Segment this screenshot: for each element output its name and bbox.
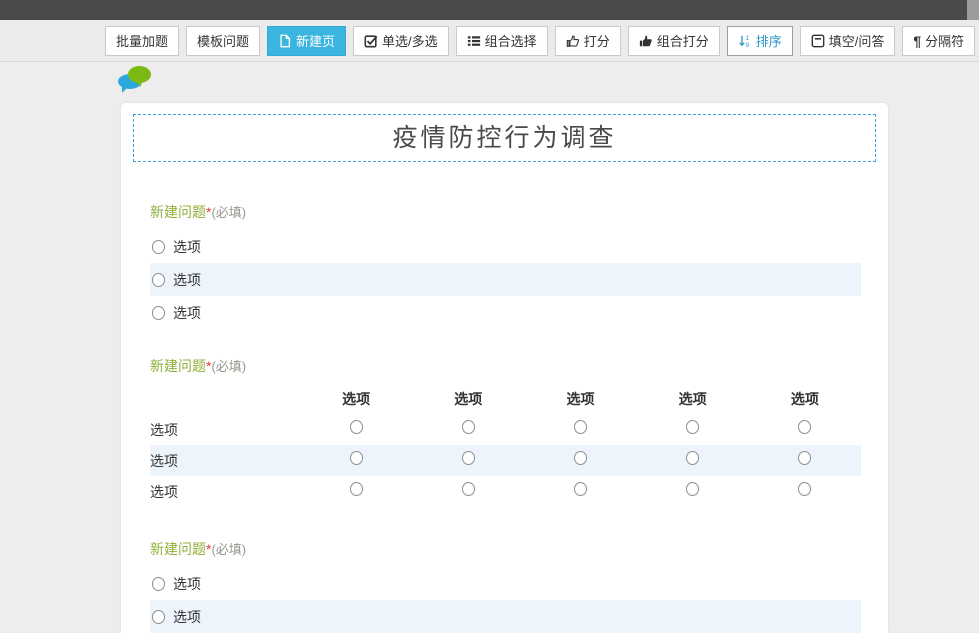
matrix-row: 选项 — [150, 414, 861, 445]
radio-button[interactable] — [574, 482, 587, 496]
question-1-label: 新建问题 — [150, 204, 206, 220]
question-3-options: 选项 选项 选项 — [150, 567, 861, 633]
separator-button[interactable]: ¶ 分隔符 — [902, 26, 975, 56]
fill-blank-qa-label: 填空/问答 — [829, 31, 885, 50]
radio-button[interactable] — [798, 420, 811, 434]
radio-button[interactable] — [686, 451, 699, 465]
matrix-header-row: 选项 选项 选项 选项 选项 — [150, 384, 861, 414]
sort-numeric-icon: 19 — [738, 34, 752, 48]
matrix-column-header: 选项 — [412, 384, 524, 414]
scrollbar-thumb[interactable] — [967, 0, 979, 20]
thumbs-up-solid-icon — [639, 34, 653, 48]
question-2-required-note: (必填) — [211, 359, 246, 374]
question-1-options: 选项 选项 选项 — [150, 230, 861, 329]
radio-button[interactable] — [152, 577, 165, 591]
new-page-icon — [278, 34, 292, 48]
option-label: 选项 — [173, 607, 201, 627]
question-3-label: 新建问题 — [150, 541, 206, 557]
checkbox-checked-icon — [364, 34, 378, 48]
option-row[interactable]: 选项 — [150, 567, 861, 600]
top-bar — [0, 0, 979, 20]
combo-choice-button[interactable]: 组合选择 — [456, 26, 548, 56]
survey-title-box[interactable]: 疫情防控行为调查 — [133, 114, 876, 162]
matrix-row-label: 选项 — [150, 445, 300, 476]
sort-button[interactable]: 19 排序 — [727, 26, 793, 56]
combo-choice-label: 组合选择 — [485, 31, 537, 50]
option-label: 选项 — [173, 303, 201, 323]
matrix-column-header: 选项 — [300, 384, 412, 414]
list-icon — [467, 34, 481, 48]
option-row[interactable]: 选项 — [150, 230, 861, 263]
form-icon — [811, 34, 825, 48]
thumbs-up-outline-icon — [566, 34, 580, 48]
question-3-required-note: (必填) — [211, 542, 246, 557]
survey-title: 疫情防控行为调查 — [392, 123, 616, 152]
template-questions-label: 模板问题 — [197, 31, 249, 50]
radio-button[interactable] — [462, 482, 475, 496]
radio-button[interactable] — [574, 420, 587, 434]
chat-bubbles-icon — [118, 66, 152, 96]
question-block-2: 新建问题*(必填) 选项 选项 选项 选项 选项 — [150, 357, 861, 507]
svg-text:1: 1 — [745, 35, 749, 42]
matrix-column-header: 选项 — [749, 384, 861, 414]
radio-button[interactable] — [350, 451, 363, 465]
matrix-row-label: 选项 — [150, 476, 300, 507]
option-row[interactable]: 选项 — [150, 263, 861, 296]
rating-label: 打分 — [584, 31, 610, 50]
radio-button[interactable] — [350, 482, 363, 496]
rating-button[interactable]: 打分 — [555, 26, 621, 56]
new-page-button[interactable]: 新建页 — [267, 26, 346, 56]
radio-button[interactable] — [798, 482, 811, 496]
radio-button[interactable] — [686, 420, 699, 434]
option-label: 选项 — [173, 574, 201, 594]
radio-button[interactable] — [350, 420, 363, 434]
question-3-header[interactable]: 新建问题*(必填) — [150, 540, 861, 559]
question-2-label: 新建问题 — [150, 358, 206, 374]
matrix-table: 选项 选项 选项 选项 选项 选项 — [150, 384, 861, 507]
matrix-row: 选项 — [150, 445, 861, 476]
single-multi-choice-button[interactable]: 单选/多选 — [353, 26, 449, 56]
option-row[interactable]: 选项 — [150, 600, 861, 633]
matrix-column-header: 选项 — [637, 384, 749, 414]
radio-button[interactable] — [152, 273, 165, 287]
fill-blank-qa-button[interactable]: 填空/问答 — [800, 26, 896, 56]
option-label: 选项 — [173, 270, 201, 290]
radio-button[interactable] — [462, 420, 475, 434]
matrix-corner-cell — [150, 384, 300, 414]
combo-rating-label: 组合打分 — [657, 31, 709, 50]
matrix-column-header: 选项 — [524, 384, 636, 414]
radio-button[interactable] — [574, 451, 587, 465]
question-block-3: 新建问题*(必填) 选项 选项 选项 — [150, 540, 861, 633]
new-page-label: 新建页 — [296, 31, 335, 50]
separator-label: 分隔符 — [925, 31, 964, 50]
svg-text:9: 9 — [745, 42, 749, 48]
radio-button[interactable] — [152, 306, 165, 320]
green-bubble-icon — [128, 66, 151, 83]
survey-canvas: 疫情防控行为调查 新建问题*(必填) 选项 选项 选项 — [121, 103, 888, 633]
option-label: 选项 — [173, 237, 201, 257]
radio-button[interactable] — [686, 482, 699, 496]
combo-rating-button[interactable]: 组合打分 — [628, 26, 720, 56]
question-1-required-note: (必填) — [211, 205, 246, 220]
matrix-row-label: 选项 — [150, 414, 300, 445]
sort-label: 排序 — [756, 31, 782, 50]
batch-add-questions-label: 批量加题 — [116, 31, 168, 50]
batch-add-questions-button[interactable]: 批量加题 — [105, 26, 179, 56]
question-2-header[interactable]: 新建问题*(必填) — [150, 357, 861, 376]
radio-button[interactable] — [152, 610, 165, 624]
pilcrow-icon: ¶ — [913, 34, 921, 48]
radio-button[interactable] — [152, 240, 165, 254]
template-questions-button[interactable]: 模板问题 — [186, 26, 260, 56]
question-block-1: 新建问题*(必填) 选项 选项 选项 — [150, 203, 861, 329]
survey-content: 新建问题*(必填) 选项 选项 选项 新建问题*(必填) — [121, 203, 888, 633]
radio-button[interactable] — [798, 451, 811, 465]
question-1-header[interactable]: 新建问题*(必填) — [150, 203, 861, 222]
matrix-row: 选项 — [150, 476, 861, 507]
radio-button[interactable] — [462, 451, 475, 465]
option-row[interactable]: 选项 — [150, 296, 861, 329]
question-toolbar: 批量加题 模板问题 新建页 单选/多选 组合选择 打分 组合打分 — [0, 20, 979, 62]
single-multi-choice-label: 单选/多选 — [382, 31, 438, 50]
